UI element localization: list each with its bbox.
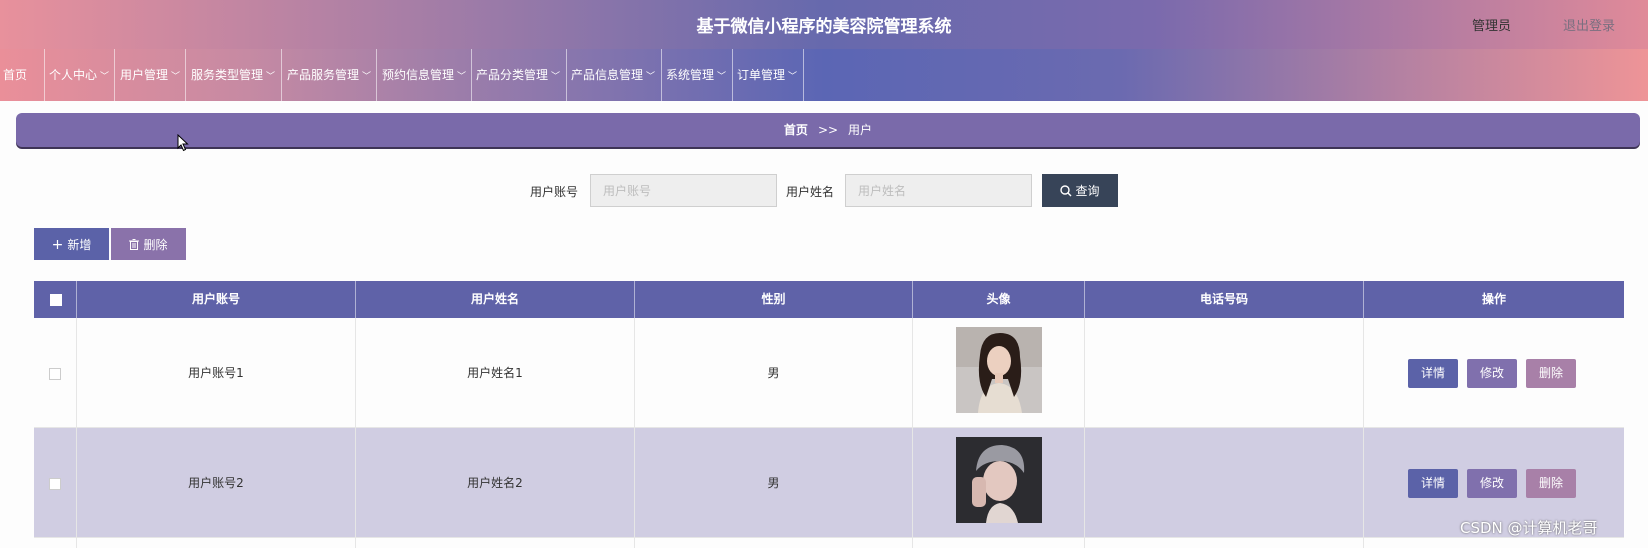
- row-checkbox[interactable]: [49, 477, 61, 490]
- query-button-label: 查询: [1075, 184, 1100, 198]
- chevron-down-icon: ﹀: [717, 72, 727, 82]
- nav-item-label: 个人中心: [49, 68, 98, 82]
- breadcrumb-separator: >>: [817, 123, 839, 137]
- account-cell: 用户账号1: [77, 318, 356, 428]
- admin-label: 管理员: [1472, 19, 1512, 34]
- detail-button[interactable]: 详情: [1408, 359, 1458, 388]
- add-button-label: 新增: [67, 237, 92, 252]
- nav-item-label: 预约信息管理: [382, 68, 455, 82]
- app-header: 基于微信小程序的美容院管理系统 管理员 退出登录: [0, 0, 1648, 49]
- name-cell: [356, 538, 635, 548]
- add-button[interactable]: + 新增: [34, 228, 109, 260]
- account-search-label: 用户账号: [530, 185, 579, 199]
- row-select-cell: [34, 538, 77, 548]
- avatar: [956, 437, 1042, 523]
- logout-link[interactable]: 退出登录: [1563, 15, 1615, 34]
- nav-item-label: 产品服务管理: [287, 68, 360, 82]
- nav-item-label: 服务类型管理: [191, 68, 264, 82]
- main-nav: 首页 个人中心 ﹀ 用户管理 ﹀ 服务类型管理 ﹀ 产品服务管理 ﹀ 预约信息管理 ﹀ 产…: [0, 49, 1648, 101]
- avatar-image: [956, 437, 1042, 523]
- chevron-down-icon: ﹀: [171, 72, 181, 82]
- name-cell: 用户姓名2: [356, 428, 635, 538]
- name-cell: 用户姓名1: [356, 318, 635, 428]
- chevron-down-icon: ﹀: [646, 72, 656, 82]
- account-cell: [77, 538, 356, 548]
- chevron-down-icon: ﹀: [362, 72, 372, 82]
- table-row: [34, 538, 1624, 548]
- nav-item-label: 产品分类管理: [476, 68, 549, 82]
- row-select-cell: [34, 428, 77, 538]
- nav-item-label: 用户管理: [120, 68, 169, 82]
- column-header: 用户账号: [77, 281, 356, 318]
- plus-icon: +: [51, 236, 64, 253]
- search-icon: [1060, 185, 1072, 197]
- chevron-down-icon: ﹀: [457, 72, 467, 82]
- gender-cell: [635, 538, 913, 548]
- breadcrumb-current: 用户: [848, 123, 873, 137]
- app-title: 基于微信小程序的美容院管理系统: [696, 17, 952, 37]
- phone-cell: [1085, 428, 1364, 538]
- column-header: 操作: [1481, 292, 1506, 306]
- avatar: [956, 327, 1042, 413]
- column-header: 头像: [913, 281, 1085, 318]
- operations-cell: [1364, 538, 1624, 548]
- nav-item-appointment[interactable]: 预约信息管理 ﹀: [377, 49, 472, 101]
- nav-item-product-info[interactable]: 产品信息管理 ﹀: [567, 49, 662, 101]
- column-header: 性别: [635, 281, 913, 318]
- account-cell: 用户账号2: [77, 428, 356, 538]
- avatar-cell: [913, 428, 1085, 538]
- nav-item-label: 系统管理: [666, 68, 715, 82]
- column-header: 用户姓名: [356, 281, 635, 318]
- mouse-cursor-icon: [177, 134, 189, 152]
- edit-button[interactable]: 修改: [1467, 359, 1517, 388]
- page: 基于微信小程序的美容院管理系统 管理员 退出登录 首页 个人中心 ﹀ 用户管理 ﹀ …: [0, 0, 1648, 548]
- trash-icon: [129, 238, 140, 250]
- avatar-image: [956, 327, 1042, 413]
- breadcrumb-home[interactable]: 首页: [784, 123, 808, 137]
- gender-cell: 男: [635, 318, 913, 428]
- operations-cell: 详情 修改 删除: [1364, 318, 1624, 428]
- delete-button[interactable]: 删除: [1526, 359, 1576, 388]
- chevron-down-icon: ﹀: [100, 72, 110, 82]
- batch-delete-button-label: 删除: [143, 237, 168, 252]
- nav-item-product-category[interactable]: 产品分类管理 ﹀: [472, 49, 567, 101]
- delete-button[interactable]: 删除: [1526, 469, 1576, 498]
- name-search-input[interactable]: [845, 174, 1032, 207]
- nav-item-label: 首页: [3, 68, 28, 82]
- nav-item-personal-center[interactable]: 个人中心 ﹀: [45, 49, 115, 101]
- chevron-down-icon: ﹀: [551, 72, 561, 82]
- nav-item-label: 产品信息管理: [571, 68, 644, 82]
- watermark: CSDN @计算机老哥: [1460, 519, 1598, 537]
- nav-item-orders[interactable]: 订单管理 ﹀: [733, 49, 804, 101]
- avatar-cell: [913, 318, 1085, 428]
- breadcrumb: 首页 >> 用户: [16, 113, 1640, 147]
- detail-button[interactable]: 详情: [1408, 469, 1458, 498]
- edit-button[interactable]: 修改: [1467, 469, 1517, 498]
- phone-cell: [1085, 538, 1364, 548]
- phone-cell: [1085, 318, 1364, 428]
- table-row: 用户账号2 用户姓名2 男 详情 修改 删除: [34, 428, 1624, 538]
- query-button[interactable]: 查询: [1042, 174, 1118, 207]
- select-all-checkbox[interactable]: [50, 294, 62, 306]
- nav-item-service-type[interactable]: 服务类型管理 ﹀: [186, 49, 282, 101]
- table-header: 用户账号 用户姓名 性别 头像 电话号码 操作: [34, 281, 1624, 318]
- gender-cell: 男: [635, 428, 913, 538]
- header-select-cell: [34, 281, 77, 318]
- chevron-down-icon: ﹀: [788, 72, 798, 82]
- name-search-label: 用户姓名: [786, 185, 835, 199]
- nav-item-user-management[interactable]: 用户管理 ﹀: [115, 49, 186, 101]
- column-header: 电话号码: [1085, 281, 1364, 318]
- batch-delete-button[interactable]: 删除: [111, 228, 186, 260]
- table-row: 用户账号1 用户姓名1 男 详情 修改 删除: [34, 318, 1624, 428]
- nav-item-label: 订单管理: [737, 68, 786, 82]
- row-select-cell: [34, 318, 77, 428]
- nav-item-product-service[interactable]: 产品服务管理 ﹀: [282, 49, 377, 101]
- chevron-down-icon: ﹀: [266, 72, 276, 82]
- nav-item-system[interactable]: 系统管理 ﹀: [662, 49, 733, 101]
- nav-item-home[interactable]: 首页: [0, 49, 45, 101]
- avatar-cell: [913, 538, 1085, 548]
- row-checkbox[interactable]: [49, 367, 61, 380]
- account-search-input[interactable]: [590, 174, 777, 207]
